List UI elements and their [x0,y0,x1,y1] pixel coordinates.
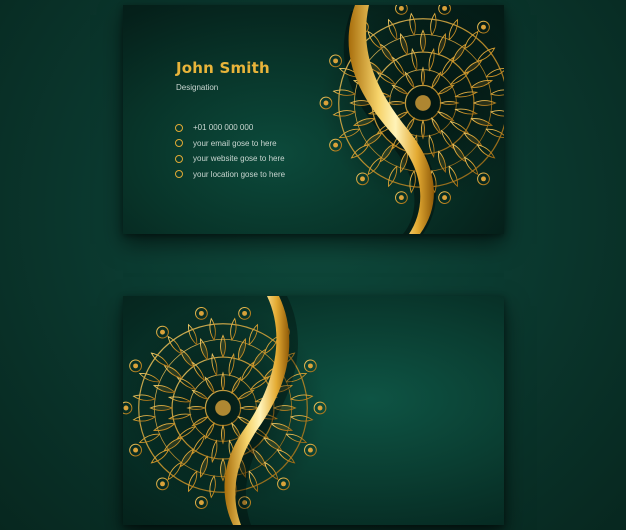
contact-website-text: your website gose to here [193,154,285,164]
designation-label: Designation [176,83,219,92]
business-card-front: John Smith Designation +01 000 000 000 y… [123,5,504,234]
contact-item-phone: +01 000 000 000 [175,120,285,136]
mandala-bud-dot [398,195,404,201]
circle-bullet-icon [175,154,183,163]
mandala-bud-dot [123,405,129,411]
person-name: John Smith [176,59,270,77]
contact-item-email: your email gose to here [175,136,285,152]
mandala-bud-dot [198,500,204,506]
mandala-bud-dot [323,100,329,106]
contact-item-website: your website gose to here [175,151,285,167]
mandala-bud-dot [333,142,339,148]
business-card-back [123,296,504,525]
circle-bullet-icon [175,170,183,179]
mandala-center [415,95,431,111]
mandala-bud-dot [133,447,139,453]
mandala-bud-dot [160,329,165,335]
circle-bullet-icon [175,139,183,148]
mandala-petal [439,100,460,106]
mandala-petal [186,405,207,411]
contact-location-text: your location gose to here [193,169,286,179]
mandala-bud-dot [317,405,323,411]
contact-phone-text: +01 000 000 000 [193,123,254,133]
mandala-bud-dot [442,5,448,11]
circle-bullet-icon [175,123,183,132]
mandala-bud-dot [133,363,139,369]
mandala-bud-dot [198,310,204,316]
mandala-bud-dot [281,481,286,487]
mandala-petal [420,119,426,140]
mandala-center [215,400,231,416]
mandala-petal [239,405,260,411]
mandala-petal [420,66,426,87]
mandala-bud-dot [360,176,365,182]
mandala-ornament-front [319,5,504,206]
mandala-petal [220,424,226,445]
mandala-bud-dot [307,363,313,369]
contact-item-location: your location gose to here [175,167,285,183]
mandala-bud-dot [307,447,313,453]
mandala-bud-dot [160,481,165,487]
mandala-petal [386,100,407,106]
mandala-bud-dot [481,176,486,182]
mandala-bud-dot [333,58,339,64]
mandala-bud-dot [442,195,448,201]
contact-list: +01 000 000 000 your email gose to here … [175,120,285,182]
mandala-bud-dot [242,310,248,316]
mandala-petal [220,371,226,392]
mandala-bud-dot [481,24,486,30]
mandala-bud-dot [398,5,404,11]
contact-email-text: your email gose to here [193,138,277,148]
page: { "front_card": { "name": "John Smith", … [0,0,626,530]
back-card-artwork [123,296,327,525]
